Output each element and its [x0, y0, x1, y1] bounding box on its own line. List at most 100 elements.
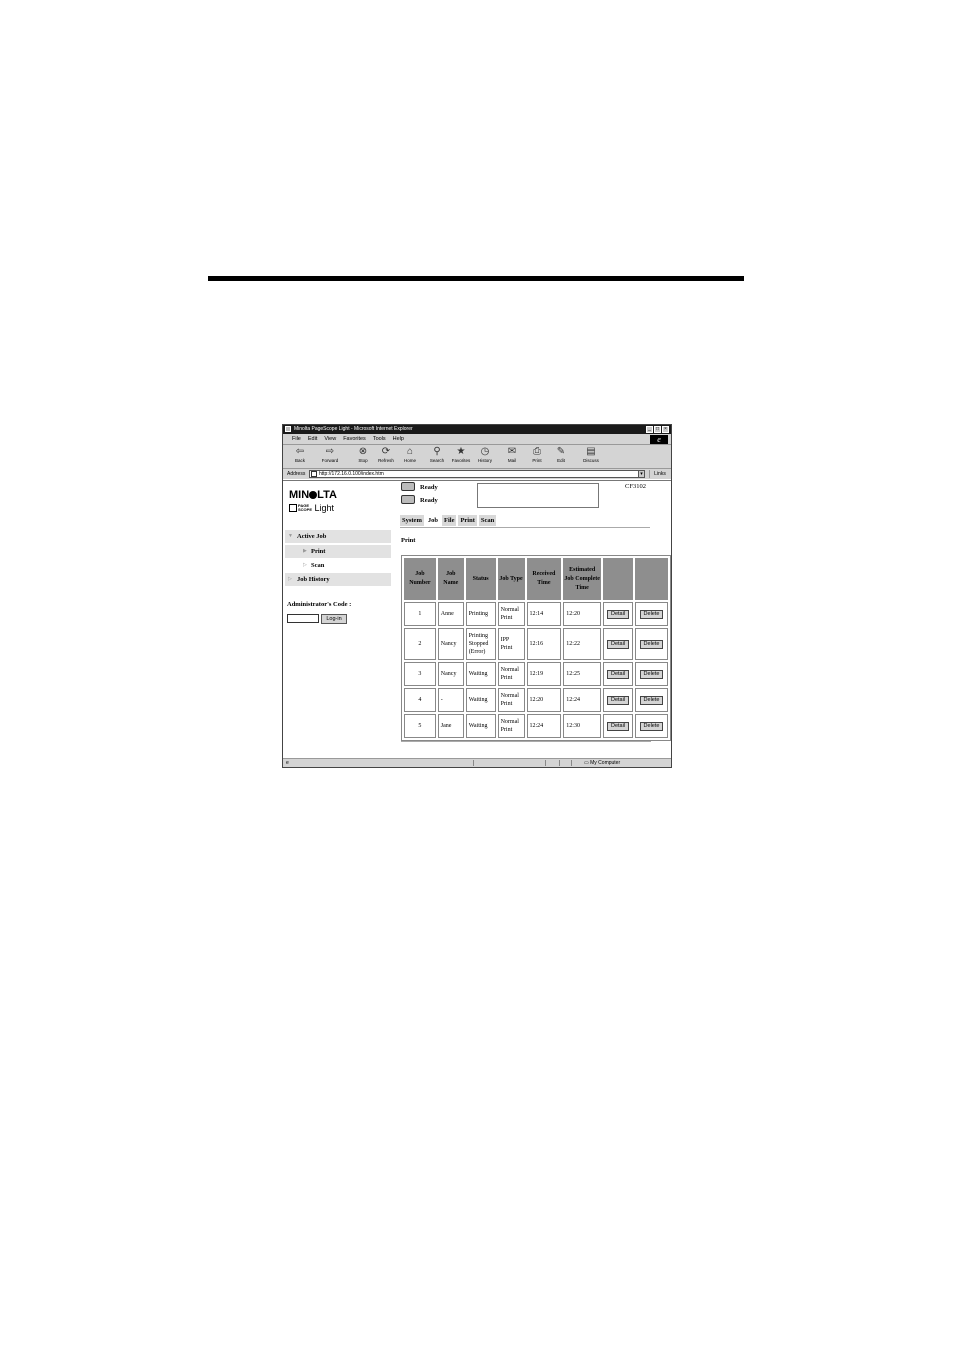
back-button[interactable]: ⇦ Back	[289, 446, 311, 467]
toolbar-label: Mail	[507, 458, 517, 463]
menu-help[interactable]: Help	[393, 434, 404, 444]
delete-button[interactable]: Delete	[639, 695, 664, 705]
refresh-button[interactable]: ⟳ Refresh	[375, 446, 397, 467]
edit-icon: ✎	[556, 446, 566, 457]
toolbar-label: Edit	[557, 458, 565, 463]
menu-view[interactable]: View	[324, 434, 336, 444]
address-bar: Address http://172.16.0.100/index.htm ▾ …	[283, 468, 671, 479]
cell-estimated: 12:22	[563, 628, 602, 660]
status-divider	[545, 760, 546, 766]
triangle-right-icon: ▶	[303, 549, 307, 554]
column-header: Received Time	[526, 558, 562, 600]
print-button[interactable]: ⎙ Print	[526, 446, 548, 467]
delete-button[interactable]: Delete	[639, 639, 664, 649]
discuss-icon: ▤	[586, 446, 596, 457]
security-zone: ▭ My Computer	[584, 760, 621, 766]
menu-file[interactable]: File	[292, 434, 301, 444]
cell-estimated: 12:30	[563, 714, 602, 738]
address-label: Address	[287, 471, 306, 477]
sidebar-item-print[interactable]: ▶ Print	[285, 545, 391, 558]
admin-code-input[interactable]	[287, 614, 319, 623]
cell-action: Delete	[635, 628, 668, 660]
mail-button[interactable]: ✉ Mail	[501, 446, 523, 467]
sidebar-item-job-history[interactable]: ▷ Job History	[285, 573, 391, 586]
menu-favorites[interactable]: Favorites	[343, 434, 366, 444]
tab-job[interactable]: Job	[425, 515, 440, 526]
column-header: Status	[465, 558, 496, 600]
stop-button[interactable]: ⊗ Stop	[352, 446, 374, 467]
cell-action: Delete	[635, 688, 668, 712]
menu-tools[interactable]: Tools	[373, 434, 386, 444]
menu-edit[interactable]: Edit	[308, 434, 317, 444]
cell-name: Anne	[437, 602, 464, 626]
toolbar-label: Refresh	[378, 458, 394, 463]
tab-scan[interactable]: Scan	[478, 515, 497, 526]
menu-bar: File Edit View Favorites Tools Help	[283, 434, 671, 444]
column-header: Estimated Job Complete Time	[563, 558, 602, 600]
edit-button[interactable]: ✎ Edit	[550, 446, 572, 467]
triangle-right-icon: ▷	[303, 563, 307, 568]
cell-type: IPP Print	[497, 628, 525, 660]
status-divider	[473, 760, 474, 766]
home-icon: ⌂	[406, 446, 414, 457]
minimize-icon[interactable]: _	[646, 426, 653, 433]
detail-button[interactable]: Detail	[606, 669, 630, 679]
printer-status-text: Ready	[420, 484, 438, 491]
cell-action: Delete	[635, 602, 668, 626]
cell-num: 2	[404, 628, 436, 660]
login-button[interactable]: Log-in	[321, 614, 347, 624]
detail-button[interactable]: Detail	[606, 695, 630, 705]
detail-button[interactable]: Detail	[606, 609, 630, 619]
tab-underline	[400, 527, 650, 528]
scanner-icon	[401, 495, 415, 504]
search-button[interactable]: ⚲ Search	[426, 446, 448, 467]
admin-code-label: Administrator's Code :	[287, 601, 352, 608]
cell-num: 5	[404, 714, 436, 738]
column-header	[603, 558, 633, 600]
triangle-right-icon: ▷	[288, 577, 292, 582]
delete-button[interactable]: Delete	[639, 669, 664, 679]
sidebar-item-active-job[interactable]: ▼ Active Job	[285, 530, 391, 543]
pagescope-mark-icon	[289, 504, 297, 512]
links-button[interactable]: Links	[649, 470, 670, 478]
forward-button[interactable]: ⇨ Forward	[319, 446, 341, 467]
sidebar-item-scan[interactable]: ▷ Scan	[285, 559, 391, 572]
toolbar-label: Stop	[358, 458, 368, 463]
delete-button[interactable]: Delete	[639, 609, 664, 619]
page-status-icon: e	[286, 760, 289, 766]
address-dropdown-icon[interactable]: ▾	[638, 470, 645, 478]
cell-received: 12:16	[526, 628, 562, 660]
delete-button[interactable]: Delete	[639, 721, 664, 731]
cell-name: Nancy	[437, 662, 464, 686]
cell-status: Printing	[465, 602, 496, 626]
cell-action: Detail	[603, 602, 633, 626]
favorites-button[interactable]: ★ Favorites	[450, 446, 472, 467]
detail-button[interactable]: Detail	[606, 721, 630, 731]
address-input[interactable]: http://172.16.0.100/index.htm	[309, 470, 645, 478]
cell-estimated: 12:25	[563, 662, 602, 686]
history-button[interactable]: ◷ History	[474, 446, 496, 467]
tab-bar: System Job File Print Scan	[400, 515, 497, 526]
table-body: 1 Anne Printing Normal Print 12:14 12:20 Detai…	[404, 602, 668, 738]
page-icon	[311, 471, 317, 477]
tab-system[interactable]: System	[400, 515, 424, 526]
window-controls: _ □ ×	[646, 426, 669, 433]
tab-print[interactable]: Print	[458, 515, 477, 526]
toolbar-label: Discuss	[583, 458, 599, 463]
logo-text-min: MIN	[289, 489, 310, 501]
toolbar-label: Home	[403, 458, 416, 463]
tab-file[interactable]: File	[441, 515, 457, 526]
detail-button[interactable]: Detail	[606, 639, 630, 649]
job-table: Job Number Job Name Status Job Type Received…	[401, 555, 671, 741]
table-row: 2 Nancy Printing Stopped (Error) IPP Print 1…	[404, 628, 668, 660]
discuss-button[interactable]: ▤ Discuss	[580, 446, 602, 467]
home-button[interactable]: ⌂ Home	[399, 446, 421, 467]
column-header: Job Type	[497, 558, 525, 600]
close-icon[interactable]: ×	[662, 426, 669, 433]
toolbar-label: Back	[294, 458, 305, 463]
column-header: Job Name	[437, 558, 464, 600]
table-row: 4- Waiting Normal Print 12:20 12:24 Detail Del…	[404, 688, 668, 712]
maximize-icon[interactable]: □	[654, 426, 661, 433]
pagescope-word: PAGE SCOPE	[298, 504, 312, 512]
status-message-box	[477, 483, 599, 508]
